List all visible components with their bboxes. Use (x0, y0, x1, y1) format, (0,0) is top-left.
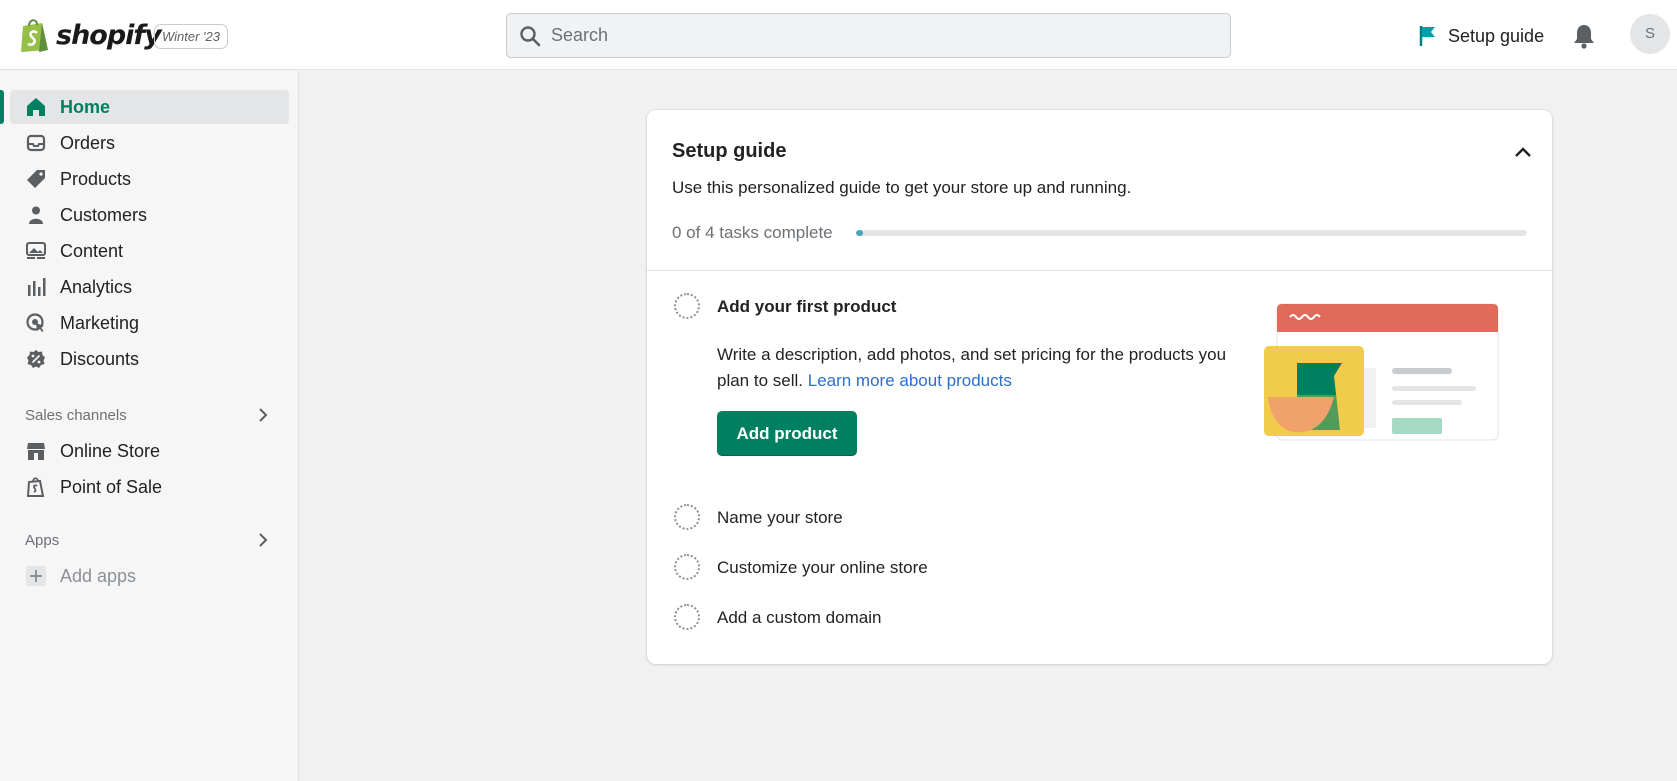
inbox-icon (26, 134, 46, 152)
apps-heading: Apps (25, 532, 60, 549)
sidebar-item-home[interactable]: Home (0, 90, 289, 124)
plus-icon (26, 566, 46, 586)
shopify-bag-icon (21, 19, 48, 52)
pos-bag-icon (26, 477, 45, 497)
search-icon (520, 26, 541, 47)
sidebar-item-content[interactable]: Content (10, 234, 289, 268)
shopify-logo[interactable]: shopify (18, 16, 162, 54)
discount-icon (27, 350, 45, 368)
sidebar-item-discounts[interactable]: Discounts (10, 342, 289, 376)
task-title-customize-store[interactable]: Customize your online store (717, 558, 928, 578)
sidebar-item-marketing[interactable]: Marketing (10, 306, 289, 340)
sidebar-item-label: Orders (60, 133, 116, 153)
task-checkbox[interactable] (674, 504, 700, 530)
sidebar-item-online-store[interactable]: Online Store (10, 434, 289, 468)
setup-guide-subtitle: Use this personalized guide to get your … (672, 178, 1132, 197)
sidebar-item-products[interactable]: Products (10, 162, 289, 196)
task-checkbox[interactable] (674, 554, 700, 580)
sidebar-item-label: Products (60, 169, 132, 189)
top-bar: shopify Winter '23 Setup guide S (0, 0, 1677, 70)
bar-chart-icon (28, 278, 46, 296)
task-title-name-store[interactable]: Name your store (717, 508, 843, 528)
progress-fill (856, 230, 863, 236)
home-icon (27, 98, 45, 116)
task-title-custom-domain[interactable]: Add a custom domain (717, 608, 881, 628)
tag-icon (27, 170, 45, 188)
sidebar-item-label: Content (60, 241, 124, 261)
brand-wordmark: shopify (56, 19, 162, 51)
divider (647, 270, 1552, 271)
flag-icon (1419, 26, 1435, 46)
task-checkbox[interactable] (674, 293, 700, 319)
chevron-right-icon[interactable] (256, 533, 270, 547)
sidebar-item-label: Add apps (60, 566, 137, 586)
setup-guide-title: Setup guide (672, 140, 787, 162)
add-product-button[interactable]: Add product (717, 411, 857, 456)
sidebar-item-label: Home (60, 97, 111, 117)
setup-guide-label: Setup guide (1448, 25, 1545, 46)
setup-guide-button[interactable]: Setup guide (1416, 20, 1544, 52)
sidebar-item-label: Online Store (60, 441, 161, 461)
target-icon (26, 313, 44, 332)
avatar[interactable]: S (1630, 14, 1670, 54)
progress-text: 0 of 4 tasks complete (672, 223, 833, 242)
sidebar-item-analytics[interactable]: Analytics (10, 270, 289, 304)
learn-more-link[interactable]: Learn more about products (808, 371, 1012, 390)
notification-bell-icon[interactable] (1570, 22, 1598, 50)
sidebar-item-label: Marketing (60, 313, 140, 333)
sidebar-item-customers[interactable]: Customers (10, 198, 289, 232)
progress-bar (856, 230, 1527, 236)
store-icon (27, 443, 45, 460)
task-checkbox[interactable] (674, 604, 700, 630)
sidebar-item-label: Discounts (60, 349, 140, 369)
sidebar-item-label: Point of Sale (60, 477, 163, 497)
sidebar-item-label: Customers (60, 205, 148, 225)
sidebar-item-point-of-sale[interactable]: Point of Sale (10, 470, 289, 504)
sidebar: Home Orders Products Customers Content A… (0, 71, 299, 781)
edition-badge[interactable]: Winter '23 (154, 24, 228, 49)
task-title-add-product[interactable]: Add your first product (717, 297, 896, 317)
sidebar-item-label: Analytics (60, 277, 133, 297)
image-icon (26, 242, 46, 259)
chevron-up-icon[interactable] (1513, 142, 1533, 162)
person-icon (29, 206, 43, 224)
sidebar-item-add-apps[interactable]: Add apps (10, 559, 289, 593)
search-bar[interactable] (506, 13, 1231, 58)
sidebar-item-orders[interactable]: Orders (10, 126, 289, 160)
chevron-right-icon[interactable] (256, 408, 270, 422)
sales-channels-heading: Sales channels (25, 407, 127, 424)
setup-guide-card: Setup guide Use this personalized guide … (647, 110, 1552, 664)
product-illustration (1264, 303, 1499, 441)
search-input[interactable] (551, 14, 1221, 57)
task-description: Write a description, add photos, and set… (717, 342, 1227, 394)
